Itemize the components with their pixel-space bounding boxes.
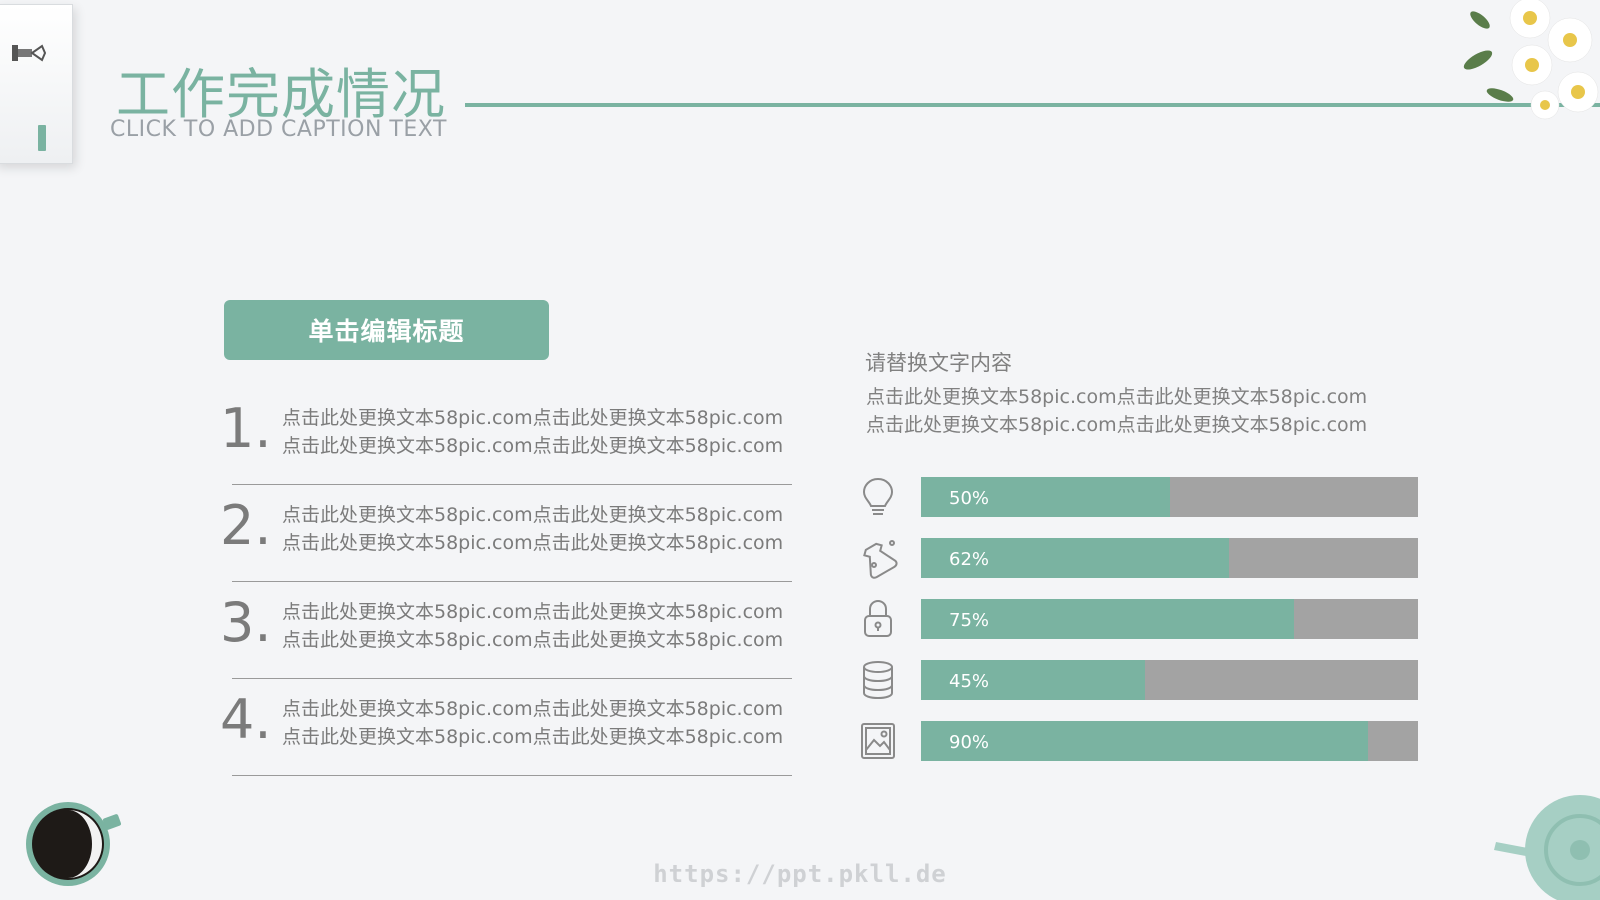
- section-title[interactable]: 请替换文字内容: [865, 347, 1012, 377]
- binder-decoration: [0, 4, 73, 164]
- list-item-number: 3.: [220, 591, 272, 654]
- progress-label: 62%: [949, 549, 990, 570]
- page-subtitle[interactable]: CLICK TO ADD CAPTION TEXT: [110, 117, 447, 142]
- list-divider: [232, 484, 792, 485]
- lock-icon: [864, 599, 892, 637]
- list-item-number: 1.: [220, 397, 272, 460]
- progress-bars: 50% 62% 75% 45% 90%: [858, 476, 1418, 781]
- section-body[interactable]: 点击此处更换文本58pic.com点击此处更换文本58pic.com 点击此处更…: [866, 383, 1367, 439]
- image-icon: [861, 723, 895, 759]
- title-divider: [465, 103, 1600, 107]
- list-item-line: 点击此处更换文本58pic.com点击此处更换文本58pic.com: [282, 601, 784, 623]
- list-item-line: 点击此处更换文本58pic.com点击此处更换文本58pic.com: [282, 435, 784, 457]
- list-item-text[interactable]: 点击此处更换文本58pic.com点击此处更换文本58pic.com 点击此处更…: [282, 598, 783, 654]
- progress-track: 62%: [921, 538, 1418, 578]
- list-divider: [232, 775, 792, 776]
- list-item-number: 4.: [220, 688, 272, 751]
- list-item[interactable]: 2. 点击此处更换文本58pic.com点击此处更换文本58pic.com 点击…: [220, 495, 810, 592]
- edit-heading-button[interactable]: 单击编辑标题: [224, 300, 549, 360]
- progress-track: 75%: [921, 599, 1418, 639]
- progress-label: 45%: [949, 671, 990, 692]
- list-item-line: 点击此处更换文本58pic.com点击此处更换文本58pic.com: [282, 532, 784, 554]
- progress-label: 90%: [949, 732, 990, 753]
- progress-row: 50%: [858, 476, 1418, 537]
- numbered-list: 1. 点击此处更换文本58pic.com点击此处更换文本58pic.com 点击…: [220, 398, 810, 786]
- binder-tab: [38, 125, 46, 151]
- list-item-text[interactable]: 点击此处更换文本58pic.com点击此处更换文本58pic.com 点击此处更…: [282, 501, 783, 557]
- list-divider: [232, 581, 792, 582]
- list-item[interactable]: 4. 点击此处更换文本58pic.com点击此处更换文本58pic.com 点击…: [220, 689, 810, 786]
- list-item-text[interactable]: 点击此处更换文本58pic.com点击此处更换文本58pic.com 点击此处更…: [282, 404, 783, 460]
- progress-row: 90%: [858, 720, 1418, 781]
- progress-row: 45%: [858, 659, 1418, 720]
- progress-row: 62%: [858, 537, 1418, 598]
- section-body-line: 点击此处更换文本58pic.com点击此处更换文本58pic.com: [866, 414, 1368, 436]
- section-body-line: 点击此处更换文本58pic.com点击此处更换文本58pic.com: [866, 386, 1368, 408]
- list-item-number: 2.: [220, 494, 272, 557]
- progress-track: 50%: [921, 477, 1418, 517]
- progress-row: 75%: [858, 598, 1418, 659]
- list-item-line: 点击此处更换文本58pic.com点击此处更换文本58pic.com: [282, 698, 784, 720]
- progress-track: 45%: [921, 660, 1418, 700]
- flowers-decoration: [1463, 0, 1599, 120]
- database-icon: [863, 661, 893, 700]
- binder-clip-icon: [12, 44, 46, 62]
- list-item-line: 点击此处更换文本58pic.com点击此处更换文本58pic.com: [282, 629, 784, 651]
- watermark-url: https://ppt.pkll.de: [653, 860, 947, 888]
- progress-label: 75%: [949, 610, 990, 631]
- lightbulb-icon: [862, 477, 894, 515]
- list-divider: [232, 678, 792, 679]
- flask-icon: [863, 540, 898, 579]
- list-item-line: 点击此处更换文本58pic.com点击此处更换文本58pic.com: [282, 726, 784, 748]
- list-item[interactable]: 3. 点击此处更换文本58pic.com点击此处更换文本58pic.com 点击…: [220, 592, 810, 689]
- list-item-line: 点击此处更换文本58pic.com点击此处更换文本58pic.com: [282, 407, 784, 429]
- list-item[interactable]: 1. 点击此处更换文本58pic.com点击此处更换文本58pic.com 点击…: [220, 398, 810, 495]
- progress-track: 90%: [921, 721, 1418, 761]
- progress-label: 50%: [949, 488, 990, 509]
- list-item-line: 点击此处更换文本58pic.com点击此处更换文本58pic.com: [282, 504, 784, 526]
- list-item-text[interactable]: 点击此处更换文本58pic.com点击此处更换文本58pic.com 点击此处更…: [282, 695, 783, 751]
